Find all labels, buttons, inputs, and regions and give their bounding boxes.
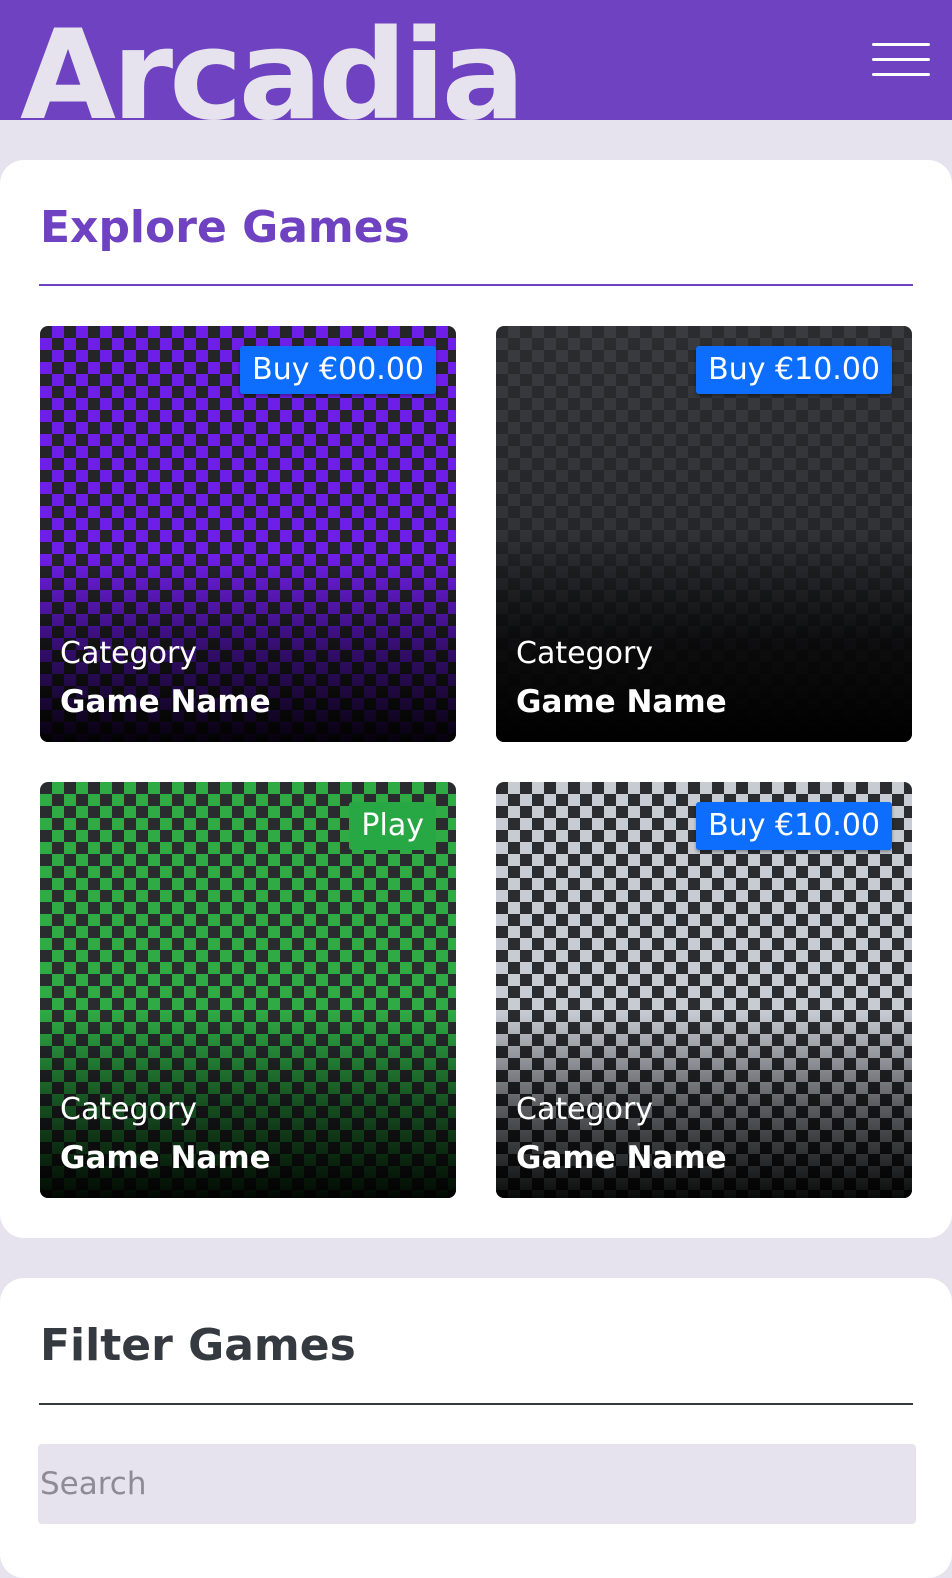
buy-button[interactable]: Buy €10.00	[696, 346, 892, 394]
play-button[interactable]: Play	[349, 802, 436, 850]
filter-games-title: Filter Games	[40, 1320, 356, 1371]
menu-bar	[872, 58, 930, 61]
game-category: Category	[60, 636, 198, 671]
filter-games-panel: Filter Games	[0, 1278, 952, 1578]
explore-games-panel: Explore Games Buy €00.00 Category Game N…	[0, 160, 952, 1238]
game-name: Game Name	[60, 1140, 271, 1176]
game-category: Category	[516, 636, 654, 671]
game-name: Game Name	[516, 1140, 727, 1176]
explore-games-title: Explore Games	[40, 202, 410, 253]
buy-button[interactable]: Buy €10.00	[696, 802, 892, 850]
game-name: Game Name	[516, 684, 727, 720]
game-category: Category	[516, 1092, 654, 1127]
game-name: Game Name	[60, 684, 271, 720]
search-input[interactable]	[38, 1444, 916, 1524]
game-card[interactable]: Play Category Game Name	[40, 782, 456, 1198]
menu-bar	[872, 73, 930, 76]
game-card[interactable]: Buy €00.00 Category Game Name	[40, 326, 456, 742]
filter-divider	[39, 1403, 913, 1405]
game-card[interactable]: Buy €10.00 Category Game Name	[496, 326, 912, 742]
game-card[interactable]: Buy €10.00 Category Game Name	[496, 782, 912, 1198]
site-logo[interactable]: Arcadia	[20, 14, 525, 120]
explore-divider	[39, 284, 913, 286]
hamburger-menu-icon[interactable]	[868, 40, 934, 80]
menu-bar	[872, 43, 930, 46]
site-header: Arcadia	[0, 0, 952, 120]
buy-button[interactable]: Buy €00.00	[240, 346, 436, 394]
game-category: Category	[60, 1092, 198, 1127]
